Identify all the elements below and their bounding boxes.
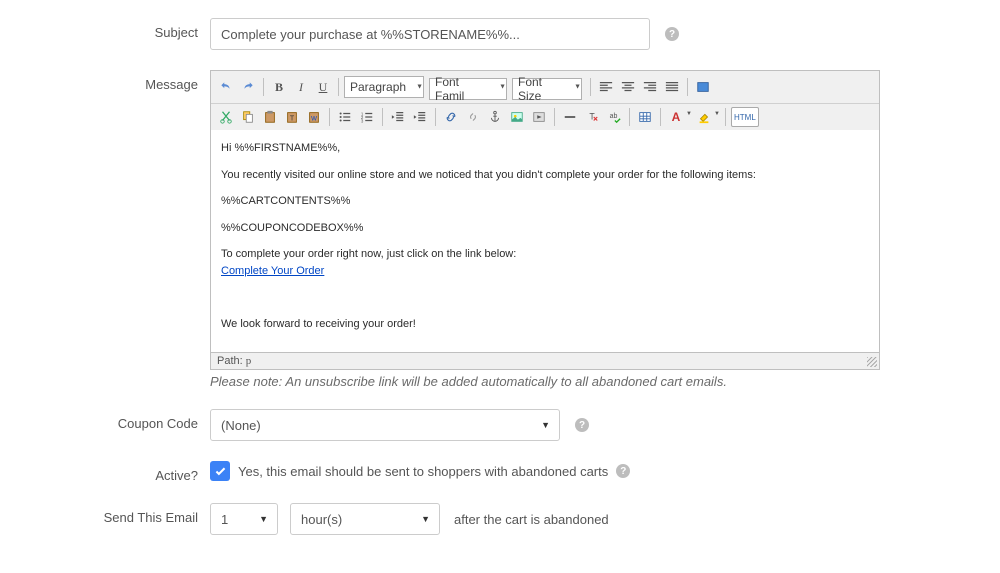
- label-coupon: Coupon Code: [0, 409, 210, 431]
- label-send-email: Send This Email: [0, 503, 210, 525]
- paste-icon[interactable]: [260, 107, 280, 127]
- complete-order-link[interactable]: Complete Your Order: [221, 265, 324, 277]
- row-active: Active? Yes, this email should be sent t…: [0, 461, 1000, 483]
- fullscreen-icon[interactable]: [693, 77, 713, 97]
- redo-icon[interactable]: [238, 77, 258, 97]
- anchor-icon[interactable]: [485, 107, 505, 127]
- html-source-icon[interactable]: HTML: [731, 107, 759, 127]
- body-line-1: Hi %%FIRSTNAME%%,: [221, 140, 869, 157]
- undo-icon[interactable]: [216, 77, 236, 97]
- bg-color-icon[interactable]: [694, 107, 714, 127]
- bullet-list-icon[interactable]: [335, 107, 355, 127]
- active-text: Yes, this email should be sent to shoppe…: [238, 464, 608, 479]
- body-line-3: %%CARTCONTENTS%%: [221, 193, 869, 210]
- underline-icon[interactable]: U: [313, 77, 333, 97]
- outdent-icon[interactable]: [388, 107, 408, 127]
- body-line-5: To complete your order right now, just c…: [221, 246, 869, 279]
- indent-icon[interactable]: [410, 107, 430, 127]
- numbered-list-icon[interactable]: 123: [357, 107, 377, 127]
- copy-icon[interactable]: [238, 107, 258, 127]
- svg-text:3: 3: [361, 118, 364, 123]
- subject-input[interactable]: [210, 18, 650, 50]
- hr-icon[interactable]: [560, 107, 580, 127]
- active-checkbox[interactable]: [210, 461, 230, 481]
- remove-format-icon[interactable]: T: [582, 107, 602, 127]
- align-left-icon[interactable]: [596, 77, 616, 97]
- cut-icon[interactable]: [216, 107, 236, 127]
- label-subject: Subject: [0, 18, 210, 40]
- link-icon[interactable]: [441, 107, 461, 127]
- unsubscribe-note: Please note: An unsubscribe link will be…: [210, 374, 880, 389]
- resize-grip-icon[interactable]: [867, 357, 877, 367]
- help-icon[interactable]: ?: [616, 464, 630, 478]
- send-suffix: after the cart is abandoned: [454, 512, 609, 527]
- svg-text:T: T: [290, 116, 295, 123]
- editor-toolbar: B I U Paragraph ▼ Font Famil ▼ Font Size…: [210, 70, 880, 130]
- row-send-email: Send This Email 1 ▼ hour(s) ▼ after the …: [0, 503, 1000, 535]
- row-message: Message B I U Paragraph: [0, 70, 1000, 389]
- check-icon: [214, 465, 227, 478]
- font-family-select[interactable]: Font Famil: [429, 78, 507, 100]
- paste-text-icon[interactable]: T: [282, 107, 302, 127]
- body-line-6: We look forward to receiving your order!: [221, 316, 869, 333]
- send-unit-select[interactable]: hour(s): [290, 503, 440, 535]
- image-icon[interactable]: [507, 107, 527, 127]
- svg-text:W: W: [311, 116, 317, 123]
- svg-text:ab: ab: [610, 113, 618, 120]
- help-icon[interactable]: ?: [575, 418, 589, 432]
- body-line-4: %%COUPONCODEBOX%%: [221, 220, 869, 237]
- media-icon[interactable]: [529, 107, 549, 127]
- label-active: Active?: [0, 461, 210, 483]
- send-qty-select[interactable]: 1: [210, 503, 278, 535]
- editor: B I U Paragraph ▼ Font Famil ▼ Font Size…: [210, 70, 880, 389]
- font-size-select[interactable]: Font Size: [512, 78, 582, 100]
- italic-icon[interactable]: I: [291, 77, 311, 97]
- editor-body[interactable]: Hi %%FIRSTNAME%%, You recently visited o…: [210, 130, 880, 353]
- toolbar-row-1: B I U Paragraph ▼ Font Famil ▼ Font Size…: [211, 71, 879, 104]
- align-justify-icon[interactable]: [662, 77, 682, 97]
- help-icon[interactable]: ?: [665, 27, 679, 41]
- unlink-icon[interactable]: [463, 107, 483, 127]
- coupon-select[interactable]: (None): [210, 409, 560, 441]
- editor-path-bar: Path: p: [210, 353, 880, 370]
- align-right-icon[interactable]: [640, 77, 660, 97]
- label-message: Message: [0, 70, 210, 92]
- table-icon[interactable]: [635, 107, 655, 127]
- spellcheck-icon[interactable]: ab: [604, 107, 624, 127]
- body-line-2: You recently visited our online store an…: [221, 167, 869, 184]
- row-subject: Subject ?: [0, 18, 1000, 50]
- paste-word-icon[interactable]: W: [304, 107, 324, 127]
- text-color-icon[interactable]: A: [666, 107, 686, 127]
- bold-icon[interactable]: B: [269, 77, 289, 97]
- toolbar-row-2: T W 123 T ab: [211, 104, 879, 130]
- align-center-icon[interactable]: [618, 77, 638, 97]
- row-coupon: Coupon Code (None) ▼ ?: [0, 409, 1000, 441]
- format-select[interactable]: Paragraph: [344, 76, 424, 98]
